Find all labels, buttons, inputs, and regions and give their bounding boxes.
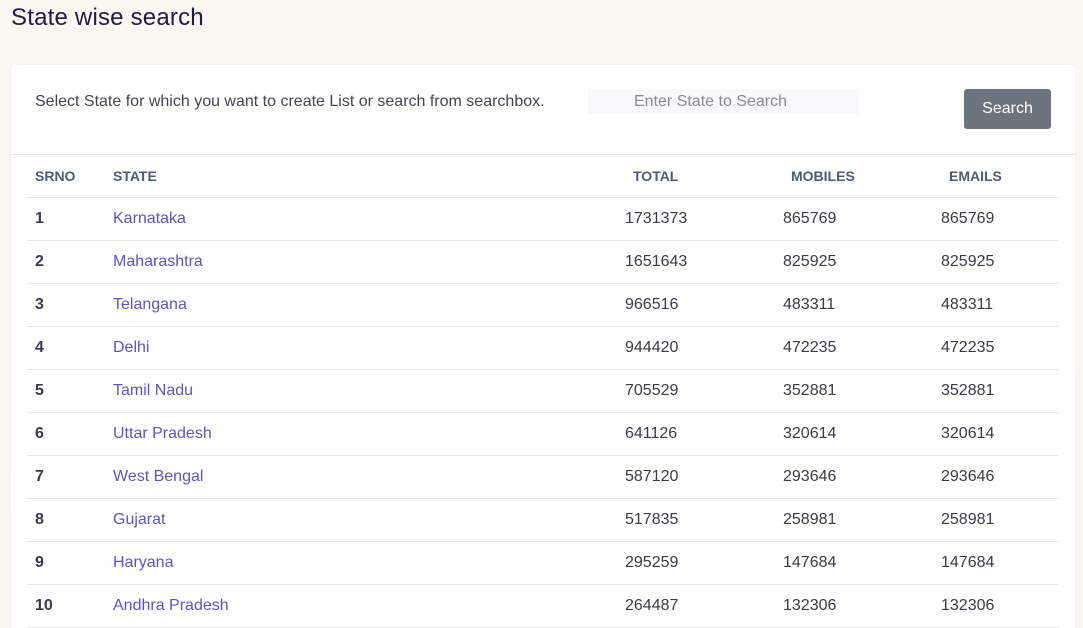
state-link[interactable]: Andhra Pradesh (113, 597, 229, 614)
table-row: 3 Telangana 966516 483311 483311 (27, 283, 1059, 327)
row-srno: 10 (27, 584, 113, 628)
column-header-mobiles: MOBILES (783, 155, 941, 198)
row-state-cell: Delhi (113, 326, 625, 370)
row-total: 641126 (625, 412, 783, 456)
states-table: SRNO STATE TOTAL MOBILES EMAILS 1 Karnata… (27, 155, 1059, 628)
row-total: 517835 (625, 498, 783, 542)
table-row: 1 Karnataka 1731373 865769 865769 (27, 197, 1059, 241)
state-link[interactable]: Maharashtra (113, 253, 203, 270)
table-row: 9 Haryana 295259 147684 147684 (27, 541, 1059, 585)
row-srno: 8 (27, 498, 113, 542)
row-srno: 2 (27, 240, 113, 284)
column-header-srno: SRNO (27, 155, 113, 198)
state-link[interactable]: Haryana (113, 554, 173, 571)
row-srno: 4 (27, 326, 113, 370)
column-header-state: STATE (113, 155, 625, 198)
row-srno: 7 (27, 455, 113, 499)
row-state-cell: Andhra Pradesh (113, 584, 625, 628)
row-total: 1651643 (625, 240, 783, 284)
row-emails: 320614 (941, 412, 1059, 456)
row-mobiles: 147684 (783, 541, 941, 585)
row-emails: 258981 (941, 498, 1059, 542)
row-mobiles: 483311 (783, 283, 941, 327)
row-mobiles: 132306 (783, 584, 941, 628)
search-prompt: Select State for which you want to creat… (35, 93, 545, 110)
row-mobiles: 472235 (783, 326, 941, 370)
row-total: 264487 (625, 584, 783, 628)
row-mobiles: 825925 (783, 240, 941, 284)
row-state-cell: Maharashtra (113, 240, 625, 284)
state-search-input[interactable] (588, 89, 859, 114)
state-link[interactable]: Telangana (113, 296, 187, 313)
table-row: 10 Andhra Pradesh 264487 132306 132306 (27, 584, 1059, 628)
row-state-cell: Telangana (113, 283, 625, 327)
search-bar: Select State for which you want to creat… (11, 65, 1075, 155)
row-total: 705529 (625, 369, 783, 413)
table-row: 4 Delhi 944420 472235 472235 (27, 326, 1059, 370)
table-header-row: SRNO STATE TOTAL MOBILES EMAILS (27, 155, 1059, 198)
table-row: 6 Uttar Pradesh 641126 320614 320614 (27, 412, 1059, 456)
page: State wise search Select State for which… (0, 0, 1083, 628)
row-state-cell: Haryana (113, 541, 625, 585)
row-state-cell: Uttar Pradesh (113, 412, 625, 456)
table-row: 5 Tamil Nadu 705529 352881 352881 (27, 369, 1059, 413)
row-mobiles: 352881 (783, 369, 941, 413)
row-emails: 352881 (941, 369, 1059, 413)
row-state-cell: West Bengal (113, 455, 625, 499)
state-link[interactable]: West Bengal (113, 468, 203, 485)
state-link[interactable]: Karnataka (113, 210, 186, 227)
row-srno: 6 (27, 412, 113, 456)
row-srno: 9 (27, 541, 113, 585)
table-row: 2 Maharashtra 1651643 825925 825925 (27, 240, 1059, 284)
row-mobiles: 293646 (783, 455, 941, 499)
state-link[interactable]: Delhi (113, 339, 149, 356)
state-search-card: Select State for which you want to creat… (11, 65, 1075, 628)
column-header-total: TOTAL (625, 155, 783, 198)
column-header-emails: EMAILS (941, 155, 1059, 198)
row-emails: 132306 (941, 584, 1059, 628)
row-srno: 5 (27, 369, 113, 413)
row-emails: 483311 (941, 283, 1059, 327)
row-emails: 825925 (941, 240, 1059, 284)
page-title: State wise search (11, 4, 204, 31)
search-button[interactable]: Search (964, 89, 1051, 129)
row-emails: 147684 (941, 541, 1059, 585)
row-emails: 472235 (941, 326, 1059, 370)
row-mobiles: 865769 (783, 197, 941, 241)
row-total: 587120 (625, 455, 783, 499)
row-total: 295259 (625, 541, 783, 585)
table-row: 7 West Bengal 587120 293646 293646 (27, 455, 1059, 499)
row-srno: 1 (27, 197, 113, 241)
row-emails: 865769 (941, 197, 1059, 241)
state-link[interactable]: Gujarat (113, 511, 165, 528)
state-link[interactable]: Uttar Pradesh (113, 425, 212, 442)
table-row: 8 Gujarat 517835 258981 258981 (27, 498, 1059, 542)
row-state-cell: Gujarat (113, 498, 625, 542)
row-mobiles: 320614 (783, 412, 941, 456)
row-srno: 3 (27, 283, 113, 327)
row-mobiles: 258981 (783, 498, 941, 542)
state-link[interactable]: Tamil Nadu (113, 382, 193, 399)
row-emails: 293646 (941, 455, 1059, 499)
table-body: 1 Karnataka 1731373 865769 865769 2 Maharashtr… (27, 197, 1059, 628)
row-state-cell: Karnataka (113, 197, 625, 241)
row-total: 944420 (625, 326, 783, 370)
row-total: 1731373 (625, 197, 783, 241)
row-state-cell: Tamil Nadu (113, 369, 625, 413)
row-total: 966516 (625, 283, 783, 327)
